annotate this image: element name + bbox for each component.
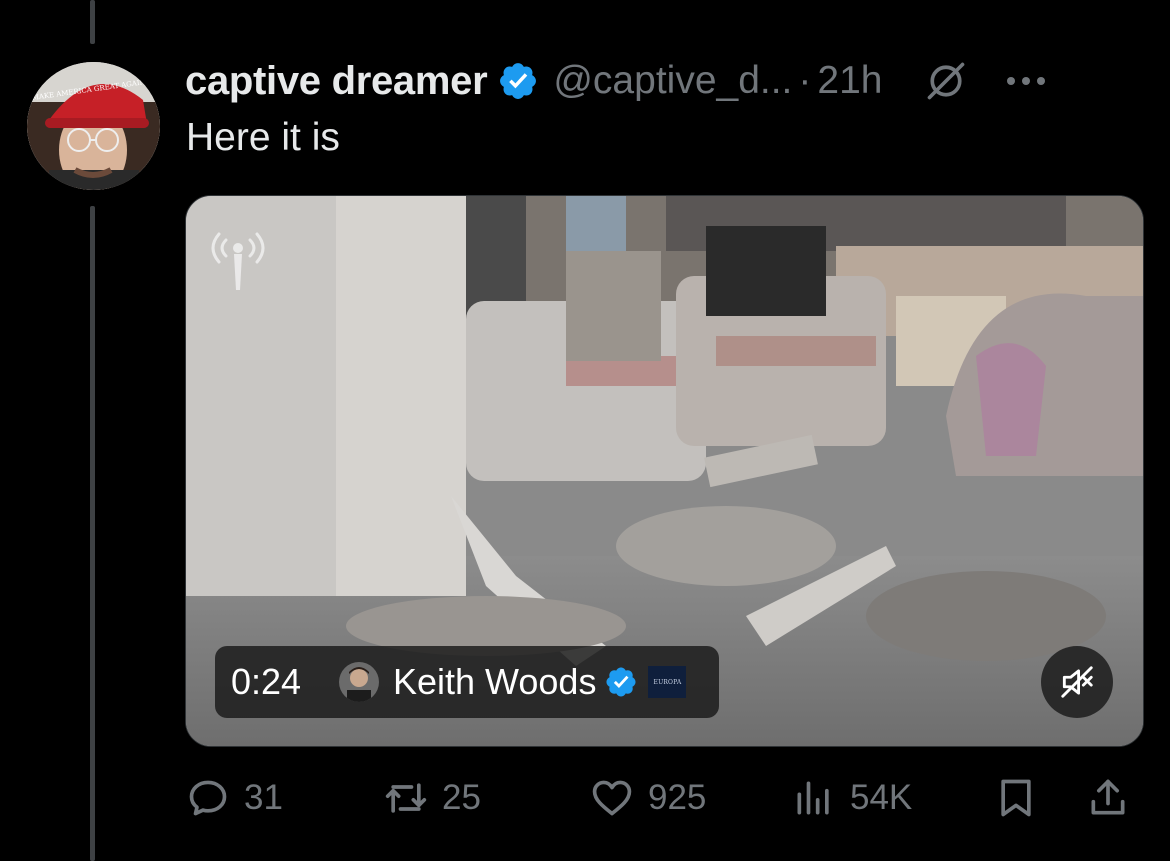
reply-button[interactable]: 31 <box>186 770 283 826</box>
separator: · <box>798 59 812 102</box>
video-info-pill[interactable]: 0:24 Keith Woods EUROPA <box>215 646 719 718</box>
mute-button[interactable] <box>1041 646 1113 718</box>
more-icon[interactable] <box>1004 74 1048 88</box>
muted-speaker-icon <box>1061 666 1093 698</box>
tweet-header: captive dreamer @captive_d... · 21h <box>185 56 1140 106</box>
display-name[interactable]: captive dreamer <box>185 59 488 104</box>
author-handle[interactable]: @captive_d... <box>553 59 792 103</box>
tweet-actions: 31 25 925 54K <box>186 770 1136 826</box>
verified-badge-icon <box>500 63 537 99</box>
source-avatar <box>339 662 379 702</box>
timestamp[interactable]: 21h <box>817 59 882 103</box>
source-verified-badge-icon <box>606 667 636 697</box>
source-affiliate-badge: EUROPA <box>648 666 687 698</box>
video-duration: 0:24 <box>231 661 302 702</box>
bookmark-button[interactable] <box>994 770 1038 826</box>
tweet-text: Here it is <box>186 116 340 159</box>
like-button[interactable]: 925 <box>590 770 706 826</box>
video-player[interactable]: 0:24 Keith Woods EUROPA <box>185 195 1144 747</box>
share-icon <box>1091 779 1125 815</box>
heart-icon <box>592 780 632 816</box>
thread-line-top <box>90 0 95 44</box>
grok-icon[interactable] <box>924 59 968 103</box>
repost-icon <box>385 783 427 813</box>
repost-button[interactable]: 25 <box>384 770 481 826</box>
tweet-container: MAKE AMERICA GREAT AGAIN captive dreamer… <box>0 0 1170 861</box>
source-name[interactable]: Keith Woods <box>393 661 596 703</box>
views-count: 54K <box>850 778 913 817</box>
thread-line-bottom <box>90 206 95 861</box>
views-button[interactable]: 54K <box>792 770 912 826</box>
bookmark-icon <box>1001 779 1031 817</box>
reply-icon <box>189 780 227 816</box>
share-button[interactable] <box>1086 770 1130 826</box>
reply-count: 31 <box>244 778 283 817</box>
author-avatar[interactable]: MAKE AMERICA GREAT AGAIN <box>27 62 160 190</box>
broadcast-watermark-icon <box>211 232 265 290</box>
views-icon <box>797 781 829 815</box>
repost-count: 25 <box>442 778 481 817</box>
like-count: 925 <box>648 778 707 817</box>
